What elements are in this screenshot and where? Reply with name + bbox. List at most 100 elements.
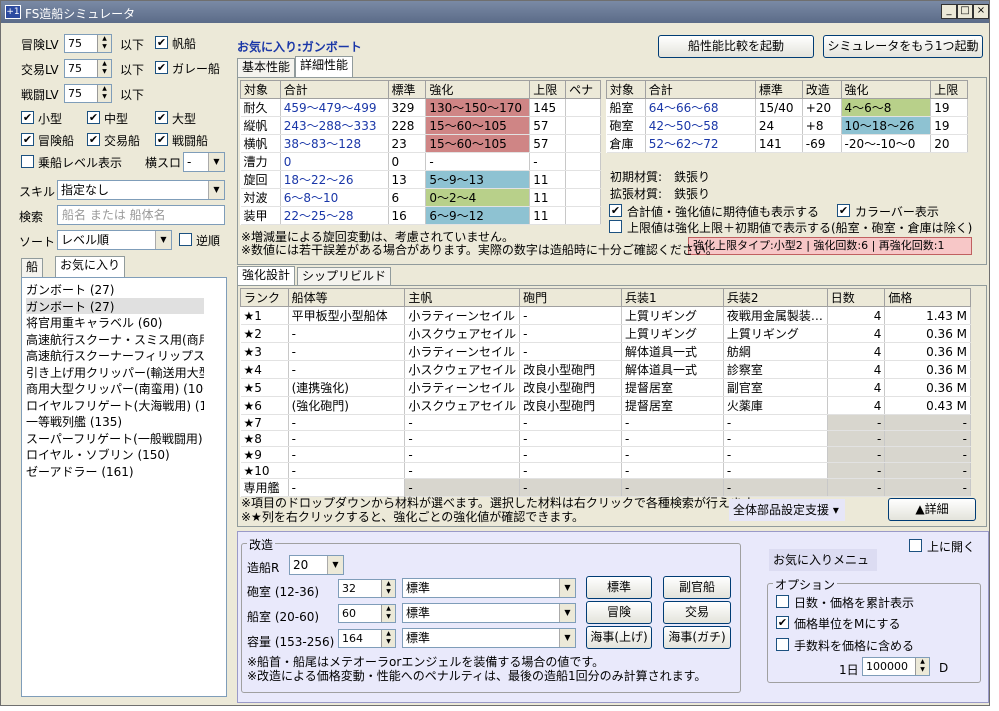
expect-checkbox[interactable] <box>609 204 622 217</box>
list-item[interactable]: 商用大型クリッパー(南蛮用) (100) <box>26 380 204 396</box>
fav-menu-button[interactable]: お気に入りメニュー ▾ <box>769 549 877 589</box>
preset-standard-button[interactable]: 標準 <box>586 576 652 599</box>
column-header-days[interactable]: 日数 <box>826 288 886 307</box>
preset-adventure-button[interactable]: 冒険 <box>586 601 652 624</box>
crewlv-checkbox[interactable] <box>21 155 34 168</box>
compare-button[interactable]: 船性能比較を起動 <box>658 35 814 58</box>
reverse-checkbox[interactable] <box>179 233 192 246</box>
column-header-enh[interactable]: 強化 <box>840 80 932 99</box>
large-checkbox[interactable] <box>155 111 168 124</box>
day-cost-input[interactable]: 100000 ▲ ▼ <box>862 657 930 676</box>
cabin-input[interactable]: 60 ▲ ▼ <box>338 604 396 623</box>
preset-adjutant-button[interactable]: 副官船 <box>663 576 731 599</box>
table-row[interactable]: ★4- 小スクウェアセイル 改良小型砲門 解体道具一式 診察室 4 0.36 M <box>240 360 971 379</box>
column-header-w2[interactable]: 兵装2 <box>722 288 828 307</box>
column-header-enh[interactable]: 強化 <box>425 80 531 99</box>
list-item[interactable]: スーパーフリゲート(一般戦闘用) (1… <box>26 430 204 446</box>
cabin-select[interactable]: 標準 ▼ <box>402 603 576 623</box>
list-item[interactable]: ガンボート (27) <box>26 281 204 297</box>
tab-ships[interactable]: 船 <box>21 258 44 277</box>
chevron-down-icon[interactable]: ▼ <box>559 604 575 622</box>
table-row[interactable]: 装甲 22～25～28 16 6～9～12 11 <box>240 206 601 225</box>
table-row[interactable]: 旋回 18～22～26 13 5～9～13 11 <box>240 170 601 189</box>
tab-basic[interactable]: 基本性能 <box>237 58 296 77</box>
list-item[interactable]: 引き上げ用クリッパー(輸送用大型… <box>26 364 204 380</box>
gun-room-input[interactable]: 32 ▲ ▼ <box>338 579 396 598</box>
gun-room-select[interactable]: 標準 ▼ <box>402 578 576 598</box>
chevron-down-icon[interactable]: ▼ <box>208 181 224 199</box>
column-header-target[interactable]: 対象 <box>606 80 646 99</box>
unit-m-checkbox[interactable] <box>776 616 789 629</box>
detail-button[interactable]: ▲詳細 <box>888 498 976 521</box>
table-row[interactable]: ★3- 小ラティーンセイル - 解体道具一式 舫綱 4 0.36 M <box>240 342 971 361</box>
launch-another-button[interactable]: シミュレータをもう1つ起動 <box>823 35 983 58</box>
galley-checkbox[interactable] <box>155 61 168 74</box>
column-header-cap[interactable]: 上限 <box>930 80 968 99</box>
favorites-list[interactable]: ガンボート (27) ガンボート (27) 将官用重キャラベル (60) 高速航行スク… <box>21 277 227 697</box>
skill-select[interactable]: 指定なし ▼ <box>57 180 225 200</box>
column-header-w1[interactable]: 兵装1 <box>620 288 724 307</box>
list-item[interactable]: ゼーアドラー (161) <box>26 463 204 479</box>
tab-favorites[interactable]: お気に入り <box>55 256 126 277</box>
column-header-mod[interactable]: 改造 <box>801 80 842 99</box>
spin-icon[interactable]: ▲ ▼ <box>915 658 929 675</box>
table-row[interactable]: 横帆 38～83～128 23 15～60～105 57 <box>240 134 601 153</box>
column-header-total[interactable]: 合計 <box>644 80 756 99</box>
cap-checkbox[interactable] <box>609 220 622 233</box>
column-header-target[interactable]: 対象 <box>240 80 281 99</box>
list-item[interactable]: 高速航行スクーナ・スミス用(商用… <box>26 331 204 347</box>
battle-ship-checkbox[interactable] <box>155 133 168 146</box>
spin-icon[interactable]: ▲ ▼ <box>381 630 395 647</box>
chevron-down-icon[interactable]: ▼ <box>559 629 575 647</box>
maximize-button[interactable]: □ <box>957 4 973 19</box>
list-item[interactable]: ロイヤルフリゲート(大海戦用) (110) <box>26 397 204 413</box>
table-row[interactable]: 倉庫 52～62～72 141 -69 -20～-10～0 20 <box>606 134 968 153</box>
ship-r-select[interactable]: 20 ▼ <box>289 555 344 575</box>
small-checkbox[interactable] <box>21 111 34 124</box>
list-item[interactable]: ガンボート (27) <box>26 297 204 314</box>
spin-icon[interactable]: ▲ ▼ <box>97 60 111 77</box>
table-row[interactable]: ★7- - - - - - - <box>240 414 971 431</box>
table-row[interactable]: ★8- - - - - - - <box>240 430 971 447</box>
column-header-price[interactable]: 価格 <box>884 288 971 307</box>
list-item[interactable]: 将官用重キャラベル (60) <box>26 314 204 330</box>
support-menu-button[interactable]: 全体部品設定支援 ▾ <box>729 499 845 521</box>
column-header-rank[interactable]: ランク <box>240 288 289 307</box>
preset-marine-up-button[interactable]: 海事(上げ) <box>586 626 652 649</box>
chevron-down-icon[interactable]: ▼ <box>327 556 343 574</box>
yoko-select[interactable]: - ▼ <box>183 152 225 172</box>
tab-detail[interactable]: 詳細性能 <box>295 56 354 77</box>
table-row[interactable]: ★2- 小スクウェアセイル - 上質リギング 上質リギング 4 0.36 M <box>240 324 971 343</box>
column-header-total[interactable]: 合計 <box>279 80 389 99</box>
table-row[interactable]: ★9- - - - - - - <box>240 446 971 463</box>
capacity-select[interactable]: 標準 ▼ <box>402 628 576 648</box>
fee-checkbox[interactable] <box>776 638 789 651</box>
column-header-std[interactable]: 標準 <box>387 80 427 99</box>
column-header-sail[interactable]: 主帆 <box>404 288 521 307</box>
table-row[interactable]: 耐久 459～479～499 329 130～150～170 145 <box>240 98 601 117</box>
spin-icon[interactable]: ▲ ▼ <box>381 605 395 622</box>
table-row[interactable]: 砲室 42～50～58 24 +8 10～18～26 19 <box>606 116 968 135</box>
chevron-down-icon[interactable]: ▼ <box>559 579 575 597</box>
spin-icon[interactable]: ▲ ▼ <box>97 35 111 52</box>
table-row[interactable]: ★6 (強化砲門) 小スクウェアセイル 改良小型砲門 提督居室 火薬庫 4 0.43 M <box>240 396 971 415</box>
close-button[interactable]: × <box>973 4 989 19</box>
open-top-checkbox[interactable] <box>909 539 922 552</box>
table-row[interactable]: ★10- - - - - - - <box>240 462 971 479</box>
column-header-cap[interactable]: 上限 <box>529 80 567 99</box>
table-row[interactable]: 縦帆 243～288～333 228 15～60～105 57 <box>240 116 601 135</box>
table-row[interactable]: 対波 6～8～10 6 0～2～4 11 <box>240 188 601 207</box>
table-row[interactable]: 漕力 0 0- - <box>240 152 601 171</box>
mid-checkbox[interactable] <box>87 111 100 124</box>
table-row[interactable]: ★1 平甲板型小型船体 小ラティーンセイル - 上質リギング 夜戦用金属製装… 4 1.43 … <box>240 306 971 325</box>
preset-trade-button[interactable]: 交易 <box>663 601 731 624</box>
tab-ship-rebuild[interactable]: シップリビルド <box>297 267 392 286</box>
adv-ship-checkbox[interactable] <box>21 133 34 146</box>
column-header-pen[interactable]: ペナ <box>565 80 601 99</box>
trade-ship-checkbox[interactable] <box>87 133 100 146</box>
table-row[interactable]: ★5 (連携強化) 小ラティーンセイル 改良小型砲門 提督居室 副官室 4 0.36 M <box>240 378 971 397</box>
table-row[interactable]: 船室 64～66～68 15/40 +20 4～6～8 19 <box>606 98 968 117</box>
list-item[interactable]: 一等戦列艦 (135) <box>26 413 204 429</box>
capacity-input[interactable]: 164 ▲ ▼ <box>338 629 396 648</box>
sort-select[interactable]: レベル順 ▼ <box>57 230 172 250</box>
